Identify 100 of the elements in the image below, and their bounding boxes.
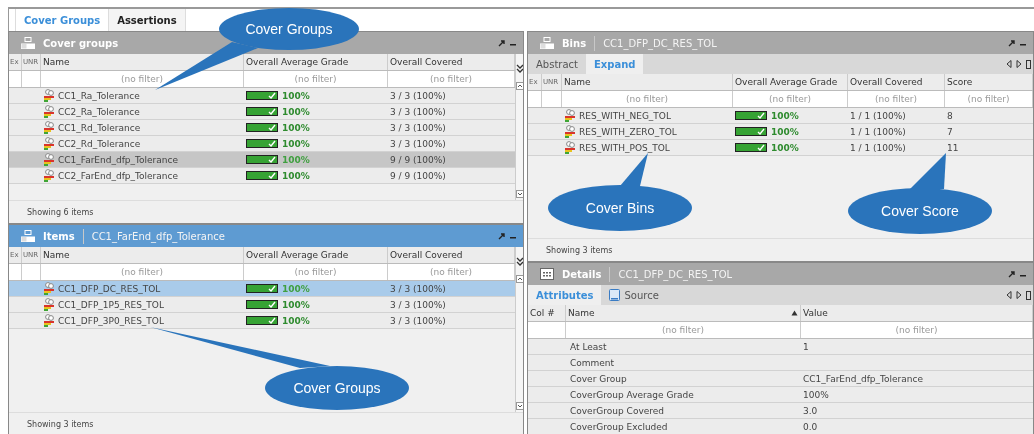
column-chooser-icon[interactable] — [516, 257, 523, 267]
column-header[interactable]: Score — [947, 77, 973, 87]
panel-title: Bins — [562, 37, 587, 49]
coverage-icon — [43, 169, 55, 182]
column-header[interactable]: Overall Covered — [390, 250, 463, 260]
value-text: CC1_FarEnd_dfp_Tolerance — [803, 373, 923, 384]
previous-icon[interactable] — [1006, 60, 1012, 68]
table-row[interactable]: CC1_DFP_DC_RES_TOL 100% 3 / 3 (100%) — [9, 281, 515, 297]
maximize-icon[interactable] — [1008, 270, 1016, 278]
check-icon — [268, 317, 276, 324]
list-icon[interactable] — [1026, 59, 1031, 69]
grade-percent: 100% — [282, 90, 310, 101]
value-text: 3.0 — [803, 405, 818, 416]
table-row[interactable]: CC2_FarEnd_dfp_Tolerance 100% 9 / 9 (100%) — [9, 168, 515, 184]
check-icon — [757, 128, 765, 135]
value-text: 100% — [803, 389, 829, 400]
value-text: 0.0 — [803, 421, 818, 432]
column-header[interactable]: Name — [568, 308, 595, 318]
scrollbar[interactable] — [515, 247, 523, 412]
list-icon[interactable] — [1026, 290, 1031, 300]
table-row[interactable]: RES_WITH_NEG_TOL 100% 1 / 1 (100%) 8 — [528, 108, 1033, 124]
coverage-icon — [564, 109, 576, 122]
panel-subtitle: CC1_FarEnd_dfp_Tolerance — [91, 230, 225, 242]
attribute-name: Cover Group — [570, 373, 627, 384]
attribute-name: Comment — [570, 357, 615, 368]
column-header[interactable]: Overall Covered — [390, 57, 463, 67]
grade-percent: 100% — [282, 315, 310, 326]
scroll-down-icon[interactable] — [516, 190, 523, 198]
value-text: 1 — [803, 341, 809, 352]
scrollbar[interactable] — [515, 54, 523, 200]
table-row[interactable]: CC1_Rd_Tolerance 100% 3 / 3 (100%) — [9, 120, 515, 136]
table-row[interactable]: CC1_FarEnd_dfp_Tolerance 100% 9 / 9 (100%) — [9, 152, 515, 168]
grade-percent: 100% — [282, 299, 310, 310]
column-header[interactable]: Name — [43, 250, 70, 260]
next-icon[interactable] — [1016, 291, 1022, 299]
coverage-icon — [43, 298, 55, 311]
grade-percent: 100% — [771, 126, 799, 137]
covered-text: 1 / 1 (100%) — [850, 142, 906, 153]
check-icon — [268, 172, 276, 179]
tab[interactable]: Assertions — [109, 9, 186, 31]
covered-text: 3 / 3 (100%) — [390, 122, 446, 133]
coverage-icon — [43, 282, 55, 295]
coverage-icon — [43, 89, 55, 102]
table-row[interactable]: At Least 1 — [528, 339, 1033, 355]
name-text: RES_WITH_ZERO_TOL — [579, 126, 677, 137]
attribute-name: CoverGroup Excluded — [570, 421, 668, 432]
grade-percent: 100% — [282, 154, 310, 165]
covered-text: 1 / 1 (100%) — [850, 126, 906, 137]
scroll-down-icon[interactable] — [516, 402, 523, 410]
table-row[interactable]: Comment — [528, 355, 1033, 371]
table-row[interactable]: CC2_Ra_Tolerance 100% 3 / 3 (100%) — [9, 104, 515, 120]
attribute-name: CoverGroup Average Grade — [570, 389, 694, 400]
tab[interactable]: Abstract — [528, 54, 586, 74]
column-chooser-icon[interactable] — [516, 64, 523, 74]
table-row[interactable]: CC1_DFP_3P0_RES_TOL 100% 3 / 3 (100%) — [9, 313, 515, 329]
covered-text: 3 / 3 (100%) — [390, 283, 446, 294]
grade-percent: 100% — [282, 122, 310, 133]
panel-title: Details — [562, 268, 602, 280]
callout-label: Cover Groups — [245, 21, 333, 37]
previous-icon[interactable] — [1006, 291, 1012, 299]
status-text: Showing 6 items — [27, 207, 94, 217]
coverage-icon — [43, 105, 55, 118]
table-row[interactable]: CoverGroup Covered 3.0 — [528, 403, 1033, 419]
check-icon — [268, 140, 276, 147]
maximize-icon[interactable] — [1008, 39, 1016, 47]
column-header[interactable]: Value — [803, 308, 828, 318]
name-text: CC1_DFP_DC_RES_TOL — [58, 283, 161, 294]
table-row[interactable]: CC1_DFP_1P5_RES_TOL 100% 3 / 3 (100%) — [9, 297, 515, 313]
table-row[interactable]: CoverGroup Average Grade 100% — [528, 387, 1033, 403]
scroll-up-icon[interactable] — [516, 275, 523, 283]
check-icon — [268, 156, 276, 163]
tab[interactable]: Source — [601, 285, 667, 305]
table-row[interactable]: CoverGroup Excluded 0.0 — [528, 419, 1033, 434]
panel-icon — [21, 37, 35, 49]
next-icon[interactable] — [1016, 60, 1022, 68]
table-row[interactable]: CC1_Ra_Tolerance 100% 3 / 3 (100%) — [9, 88, 515, 104]
column-header[interactable]: Name — [43, 57, 70, 67]
table-row[interactable]: Cover Group CC1_FarEnd_dfp_Tolerance — [528, 371, 1033, 387]
column-header[interactable]: Overall Average Grade — [246, 57, 349, 67]
column-header[interactable]: Overall Covered — [850, 77, 923, 87]
table-row[interactable]: CC2_Rd_Tolerance 100% 3 / 3 (100%) — [9, 136, 515, 152]
name-text: CC1_FarEnd_dfp_Tolerance — [58, 154, 178, 165]
document-icon — [609, 289, 621, 301]
sort-icon[interactable] — [791, 310, 798, 316]
scroll-up-icon[interactable] — [516, 82, 523, 90]
maximize-icon[interactable] — [498, 232, 506, 240]
column-header[interactable]: Name — [564, 77, 591, 87]
check-icon — [268, 301, 276, 308]
column-header[interactable]: Col # — [530, 308, 555, 318]
table-row[interactable]: RES_WITH_POS_TOL 100% 1 / 1 (100%) 11 — [528, 140, 1033, 156]
column-header[interactable]: Overall Average Grade — [735, 77, 838, 87]
coverage-icon — [43, 314, 55, 327]
table-row[interactable]: RES_WITH_ZERO_TOL 100% 1 / 1 (100%) 7 — [528, 124, 1033, 140]
grade-percent: 100% — [282, 170, 310, 181]
covered-text: 3 / 3 (100%) — [390, 90, 446, 101]
coverage-icon — [43, 137, 55, 150]
panel-icon — [540, 37, 554, 49]
attribute-name: CoverGroup Covered — [570, 405, 665, 416]
column-header[interactable]: Overall Average Grade — [246, 250, 349, 260]
maximize-icon[interactable] — [498, 39, 506, 47]
